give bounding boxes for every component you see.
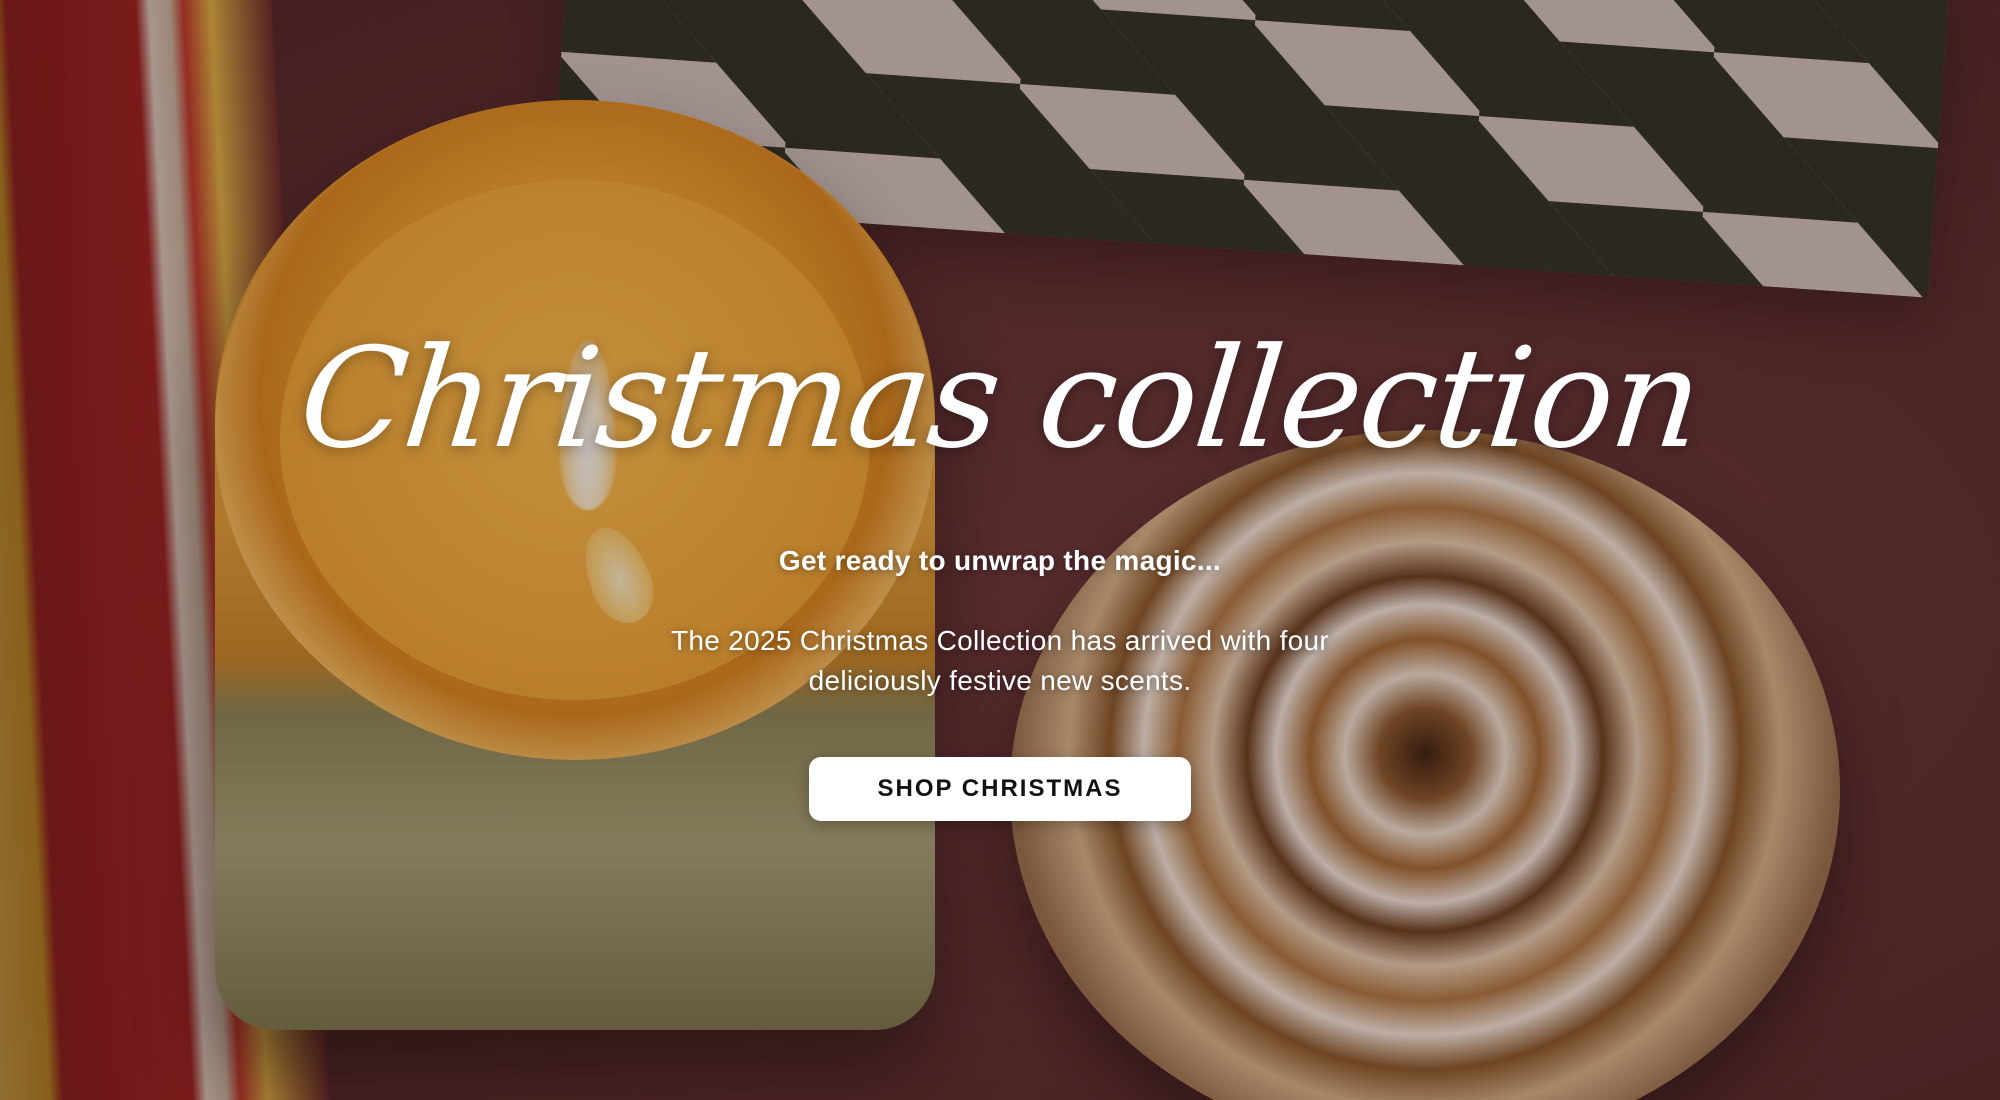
hero-banner: Christmas collection Get ready to unwrap…	[0, 0, 2000, 1100]
hero-content: Christmas collection Get ready to unwrap…	[0, 300, 2000, 821]
hero-title: Christmas collection	[292, 318, 1708, 479]
shop-christmas-button[interactable]: SHOP CHRISTMAS	[809, 757, 1191, 821]
hero-subtitle: Get ready to unwrap the magic...	[778, 545, 1222, 576]
hero-description: The 2025 Christmas Collection has arrive…	[670, 625, 1330, 696]
